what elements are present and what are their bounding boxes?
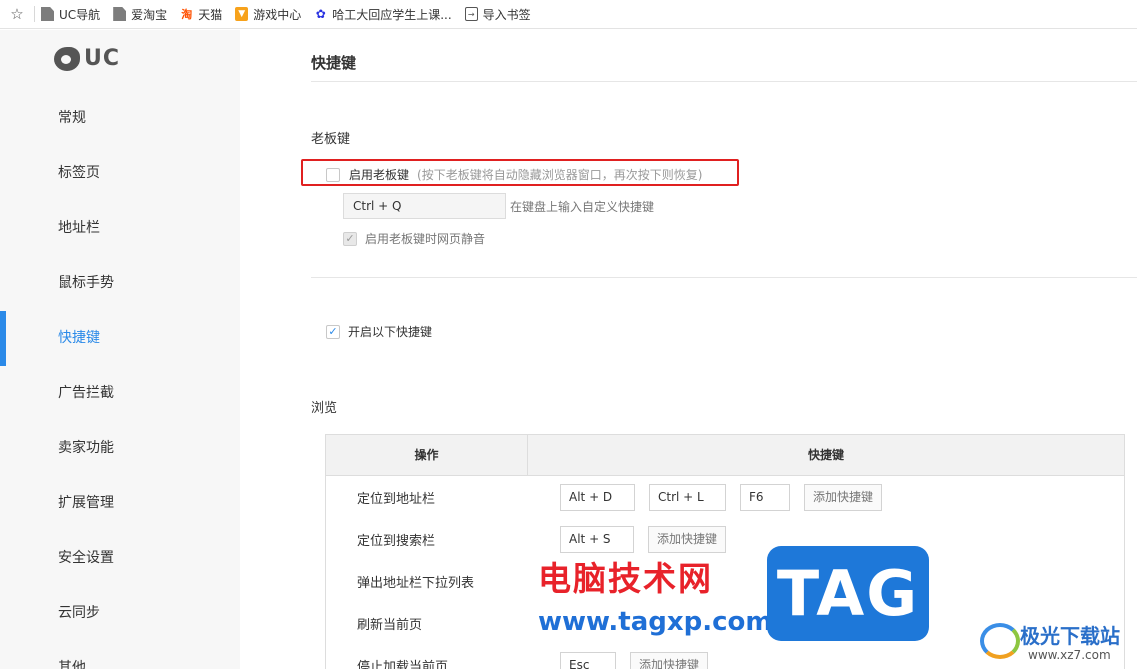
boss-key-input-hint: 在键盘上输入自定义快捷键 bbox=[510, 199, 655, 214]
boss-key-input-row: Ctrl + Q 在键盘上输入自定义快捷键 bbox=[343, 193, 654, 219]
add-shortcut-button[interactable]: 添加快捷键 bbox=[804, 483, 883, 511]
watermark-cn-text: 电脑技术网 bbox=[538, 559, 713, 598]
game-center-icon: ▼ bbox=[235, 7, 249, 21]
bookmark-label: 爱淘宝 bbox=[131, 7, 168, 22]
action-label: 定位到地址栏 bbox=[357, 491, 436, 507]
bookmark-ai-taobao[interactable]: 爱淘宝 bbox=[113, 6, 167, 23]
star-icon[interactable]: ☆ bbox=[0, 5, 34, 23]
watermark-tag-badge: TAG bbox=[767, 546, 929, 641]
bookmark-label: 哈工大回应学生上课... bbox=[332, 7, 452, 22]
title-divider bbox=[311, 81, 1137, 82]
shortcut-keys: Alt + D Ctrl + L F6 添加快捷键 bbox=[528, 483, 896, 511]
browse-section-label: 浏览 bbox=[311, 401, 338, 416]
shortcut-keys: Alt + S 添加快捷键 bbox=[528, 525, 740, 553]
sidebar-item-seller[interactable]: 卖家功能 bbox=[0, 421, 240, 476]
shortcut-key-box[interactable]: Ctrl + L bbox=[649, 483, 726, 511]
sidebar-item-tabs[interactable]: 标签页 bbox=[0, 146, 240, 201]
action-label: 弹出地址栏下拉列表 bbox=[357, 575, 475, 591]
boss-key-enable-hint: (按下老板键将自动隐藏浏览器窗口，再次按下则恢复) bbox=[417, 168, 703, 182]
bookmark-game-center[interactable]: ▼ 游戏中心 bbox=[235, 6, 301, 23]
add-shortcut-button[interactable]: 添加快捷键 bbox=[648, 525, 727, 553]
table-row: 弹出地址栏下拉列表 bbox=[326, 560, 1124, 602]
enable-shortcuts-label: 开启以下快捷键 bbox=[348, 325, 433, 339]
boss-key-section-label: 老板键 bbox=[311, 132, 351, 147]
settings-page: ☆ UC导航 爱淘宝 淘 天猫 ▼ 游戏中心 ✿ 哈工大回应学生上课... → … bbox=[0, 0, 1137, 669]
shortcut-keys: Esc 添加快捷键 bbox=[528, 651, 722, 669]
bookmark-tmall[interactable]: 淘 天猫 bbox=[180, 6, 222, 23]
boss-key-mute-row: ✓ 启用老板键时网页静音 bbox=[343, 230, 485, 247]
bookmark-uc-nav[interactable]: UC导航 bbox=[41, 6, 100, 23]
table-row: 定位到搜索栏 Alt + S 添加快捷键 bbox=[326, 518, 1124, 560]
shortcut-key-box[interactable]: Alt + S bbox=[560, 525, 634, 553]
watermark-url-text: www.tagxp.com bbox=[538, 607, 773, 637]
shortcut-key-box[interactable]: F6 bbox=[740, 483, 790, 511]
bookmark-news[interactable]: ✿ 哈工大回应学生上课... bbox=[314, 6, 452, 23]
table-row: 定位到地址栏 Alt + D Ctrl + L F6 添加快捷键 bbox=[326, 476, 1124, 518]
table-header: 操作 快捷键 bbox=[326, 435, 1124, 476]
boss-key-mute-checkbox[interactable]: ✓ bbox=[343, 231, 357, 246]
bookmark-label: 天猫 bbox=[198, 7, 223, 22]
sidebar-nav: 常规 标签页 地址栏 鼠标手势 快捷键 广告拦截 卖家功能 扩展管理 安全设置 … bbox=[0, 91, 240, 669]
watermark-site-logo: 极光下载站 www.xz7.com bbox=[980, 617, 1137, 669]
enable-shortcuts-checkbox[interactable]: ✓ bbox=[326, 324, 340, 339]
sidebar-item-cloud-sync[interactable]: 云同步 bbox=[0, 586, 240, 641]
boss-key-mute-label: 启用老板键时网页静音 bbox=[365, 232, 486, 246]
bookmark-import[interactable]: → 导入书签 bbox=[464, 6, 531, 23]
sidebar-item-other[interactable]: 其他 bbox=[0, 641, 240, 669]
column-header-shortcut: 快捷键 bbox=[807, 448, 844, 462]
bookmarks-bar: ☆ UC导航 爱淘宝 淘 天猫 ▼ 游戏中心 ✿ 哈工大回应学生上课... → … bbox=[0, 0, 1137, 29]
column-header-action: 操作 bbox=[326, 435, 528, 475]
taobao-icon: 淘 bbox=[181, 8, 193, 21]
shortcut-key-box[interactable]: Alt + D bbox=[560, 483, 635, 511]
watermark-site-cn: 极光下载站 bbox=[1020, 624, 1120, 648]
sidebar-item-general[interactable]: 常规 bbox=[0, 91, 240, 146]
settings-main: 快捷键 老板键 启用老板键 (按下老板键将自动隐藏浏览器窗口，再次按下则恢复) … bbox=[301, 30, 1137, 669]
sidebar-item-extensions[interactable]: 扩展管理 bbox=[0, 476, 240, 531]
sidebar-item-address-bar[interactable]: 地址栏 bbox=[0, 201, 240, 256]
logo-text: UC bbox=[84, 46, 121, 71]
action-label: 停止加载当前页 bbox=[357, 659, 449, 669]
action-label: 刷新当前页 bbox=[357, 617, 423, 633]
bookmark-label: UC导航 bbox=[59, 7, 101, 22]
boss-key-enable-label: 启用老板键 bbox=[349, 168, 410, 182]
settings-sidebar: UC 常规 标签页 地址栏 鼠标手势 快捷键 广告拦截 卖家功能 扩展管理 安全… bbox=[0, 30, 240, 669]
import-icon: → bbox=[464, 7, 478, 21]
enable-shortcuts-row: ✓ 开启以下快捷键 bbox=[326, 323, 432, 340]
bookmark-label: 导入书签 bbox=[482, 7, 531, 22]
shortcut-key-box[interactable]: Esc bbox=[560, 651, 616, 669]
watermark-tag-text: TAG bbox=[776, 557, 920, 630]
uc-logo: UC bbox=[54, 46, 120, 71]
boss-key-enable-row: 启用老板键 (按下老板键将自动隐藏浏览器窗口，再次按下则恢复) bbox=[326, 166, 702, 183]
squirrel-logo-icon bbox=[54, 46, 80, 71]
section-divider bbox=[311, 277, 1137, 278]
sidebar-item-mouse-gestures[interactable]: 鼠标手势 bbox=[0, 256, 240, 311]
action-label: 定位到搜索栏 bbox=[357, 533, 436, 549]
aurora-logo-icon bbox=[980, 623, 1020, 659]
watermark-site-en: www.xz7.com bbox=[1028, 648, 1111, 662]
boss-key-input[interactable]: Ctrl + Q bbox=[343, 193, 506, 219]
page-title: 快捷键 bbox=[311, 54, 357, 72]
sidebar-item-security[interactable]: 安全设置 bbox=[0, 531, 240, 586]
page-icon bbox=[113, 7, 127, 21]
sidebar-item-shortcuts[interactable]: 快捷键 bbox=[0, 311, 240, 366]
add-shortcut-button[interactable]: 添加快捷键 bbox=[630, 651, 709, 669]
boss-key-enable-checkbox[interactable] bbox=[326, 167, 340, 182]
bookmarks-divider bbox=[34, 6, 35, 22]
bookmark-label: 游戏中心 bbox=[253, 7, 302, 22]
sidebar-item-ad-block[interactable]: 广告拦截 bbox=[0, 366, 240, 421]
baidu-paw-icon: ✿ bbox=[315, 7, 326, 21]
page-icon bbox=[41, 7, 54, 21]
